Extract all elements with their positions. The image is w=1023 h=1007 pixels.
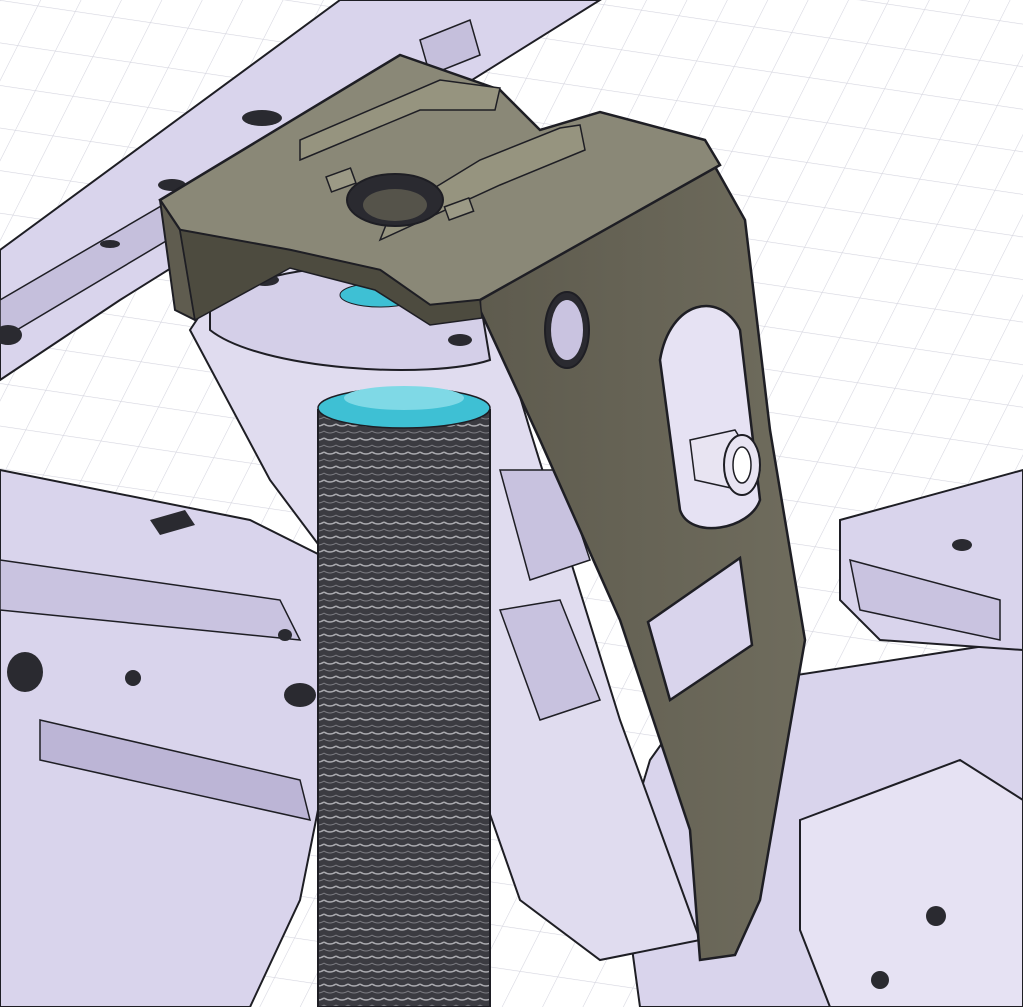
frame-hole <box>284 683 316 707</box>
frame-hole <box>926 906 946 926</box>
frame-hole <box>871 971 889 989</box>
cad-viewport[interactable] <box>0 0 1023 1007</box>
rail-hole <box>242 110 282 126</box>
rail-hole <box>100 240 120 248</box>
frame-hole <box>125 670 141 686</box>
frame-hole <box>952 539 972 551</box>
frame-hole <box>7 652 43 692</box>
tower-hole <box>448 334 472 346</box>
frame-hole <box>278 629 292 641</box>
cad-model-render[interactable] <box>0 0 1023 1007</box>
